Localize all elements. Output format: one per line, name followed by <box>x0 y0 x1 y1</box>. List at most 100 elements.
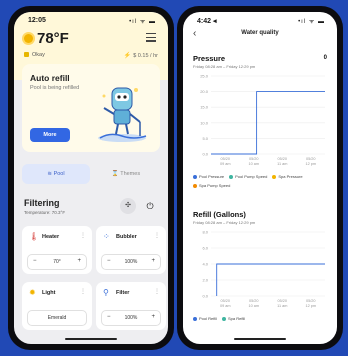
auto-refill-title: Auto refill <box>30 73 70 83</box>
filtering-title: Filtering <box>24 198 60 208</box>
legend-swatch <box>193 174 197 179</box>
increment-button[interactable]: + <box>151 258 155 264</box>
water-quality-screen: 4:42 ◂ •ıl ᯤ ▬ ‹ Water quality Pressure … <box>183 12 337 344</box>
y-tick-label: 4.0 <box>202 262 208 267</box>
pressure-range: Friday 08:28 am – Friday 12:29 pm <box>193 64 256 69</box>
filter-label: Filter <box>116 290 130 296</box>
pressure-legend: Pool Pressure Pool Pump Speed Spa Pressure… <box>193 172 331 190</box>
robot-refill-illustration <box>98 87 147 142</box>
kebab-icon[interactable]: ⋮ <box>80 288 86 295</box>
y-tick-label: 5.0 <box>202 136 208 141</box>
tab-pool-label: Pool <box>53 171 65 177</box>
increment-button[interactable]: + <box>77 258 81 264</box>
legend-swatch <box>193 183 197 188</box>
bubbles-icon: ⁘ <box>103 232 110 241</box>
bubbler-label: Bubbler <box>116 234 137 240</box>
page-title: Water quality <box>241 30 279 36</box>
phone-pool-control: 12:05 •ıl ᯤ ▬ 78°F Okay ⚡ $ 0.15 / hr Aut… <box>8 6 174 350</box>
light-selector[interactable]: Emerald <box>27 310 87 326</box>
y-tick-label: 6.0 <box>202 246 208 251</box>
y-tick-label: 2.0 <box>202 278 208 283</box>
refill-range: Friday 08:28 am – Friday 12:29 pm <box>193 220 256 225</box>
pool-control-screen: 12:05 •ıl ᯤ ▬ 78°F Okay ⚡ $ 0.15 / hr Aut… <box>14 12 168 344</box>
filter-icon: ⚲ <box>103 288 109 297</box>
kebab-icon[interactable]: ⋮ <box>154 288 160 295</box>
legend-label: Pool Pressure <box>199 174 225 179</box>
home-indicator[interactable] <box>65 337 117 340</box>
current-temperature: 78°F <box>37 30 69 47</box>
status-bar: 4:42 ◂ •ıl ᯤ ▬ <box>183 12 337 28</box>
legend-label: Spa Refill <box>228 316 246 321</box>
x-tick-label: 05/20 <box>249 299 259 303</box>
x-tick-label: 12 pm <box>305 304 316 308</box>
pressure-count: 0 <box>323 55 327 61</box>
status-time: 12:05 <box>28 17 46 24</box>
x-tick-label: 09 am <box>220 304 231 308</box>
legend-label: Pool Pump Speed <box>235 174 268 179</box>
refill-legend: Pool Refill Spa Refill <box>193 314 331 323</box>
filter-card: ⚲ Filter ⋮ − 100% + <box>96 282 166 330</box>
y-tick-label: 15.0 <box>200 105 209 110</box>
y-tick-label: 25.0 <box>200 74 209 79</box>
more-button[interactable]: More <box>30 128 70 142</box>
status-time: 4:42 ◂ <box>197 18 217 25</box>
status-row: Okay ⚡ $ 0.15 / hr <box>24 52 158 59</box>
tab-themes-label: Themes <box>120 171 141 177</box>
y-tick-label: 0.0 <box>202 152 208 157</box>
status-icons: •ıl ᯤ ▬ <box>129 19 156 25</box>
legend-item: Pool Pressure <box>193 174 224 179</box>
x-tick-label: 05/20 <box>249 157 259 161</box>
x-tick-label: 05/20 <box>277 299 287 303</box>
x-tick-label: 12 pm <box>305 162 316 166</box>
x-tick-label: 05/20 <box>220 299 230 303</box>
auto-refill-text: Pool is being refilled <box>30 85 80 91</box>
y-tick-label: 8.0 <box>202 230 208 235</box>
themes-tab-icon: ⌛ <box>111 171 121 177</box>
bubbler-stepper: − 100% + <box>101 254 161 270</box>
increment-button[interactable]: + <box>151 314 155 320</box>
kebab-icon[interactable]: ⋮ <box>80 232 86 239</box>
light-icon: ✹ <box>29 288 36 297</box>
x-tick-label: 05/20 <box>306 157 316 161</box>
home-indicator[interactable] <box>234 337 286 340</box>
legend-item: Spa Refill <box>222 316 245 321</box>
light-value: Emerald <box>47 315 67 321</box>
light-label: Light <box>42 290 56 296</box>
heater-card: 🌡 Heater ⋮ − 70° + <box>22 226 92 274</box>
status-text: Okay <box>32 52 45 58</box>
kebab-icon[interactable]: ⋮ <box>154 232 160 239</box>
legend-label: Pool Refill <box>199 316 218 321</box>
nav-bar: ‹ Water quality <box>183 28 337 44</box>
hamburger-menu-icon[interactable] <box>146 33 156 44</box>
pressure-title: Pressure <box>193 54 226 63</box>
status-indicator-icon <box>24 52 29 58</box>
y-tick-label: 10.0 <box>200 120 209 125</box>
bubbler-card: ⁘ Bubbler ⋮ − 100% + <box>96 226 166 274</box>
x-tick-label: 05/20 <box>277 157 287 161</box>
legend-swatch <box>222 316 227 321</box>
bolt-icon: ⚡ <box>123 53 132 59</box>
power-icon[interactable]: ⏻ <box>142 198 158 214</box>
thermometer-icon: 🌡 <box>29 232 40 241</box>
refill-title: Refill (Gallons) <box>193 210 246 219</box>
phone-water-quality: 4:42 ◂ •ıl ᯤ ▬ ‹ Water quality Pressure … <box>177 6 343 350</box>
tab-themes[interactable]: ⌛ Themes <box>92 164 160 184</box>
price-text: $ 0.15 / hr <box>133 53 158 59</box>
x-tick-label: 10 am <box>248 304 259 308</box>
legend-item: Spa Pump Speed <box>193 183 230 188</box>
x-tick-label: 10 am <box>248 162 259 166</box>
y-tick-label: 0.0 <box>202 294 208 299</box>
legend-item: Pool Refill <box>193 316 217 321</box>
legend-label: Spa Pump Speed <box>199 183 231 188</box>
legend-swatch <box>193 316 197 321</box>
refill-chart: 8.06.04.02.00.005/2009 am05/2010 am05/20… <box>202 230 325 308</box>
x-tick-label: 11 am <box>277 162 287 166</box>
tab-pool[interactable]: ≋ Pool <box>22 164 90 184</box>
legend-label: Spa Pressure <box>278 174 303 179</box>
x-tick-label: 05/20 <box>306 299 316 303</box>
marketing-background: 12:05 •ıl ᯤ ▬ 78°F Okay ⚡ $ 0.15 / hr Aut… <box>0 0 348 356</box>
legend-swatch <box>229 174 234 179</box>
filter-stepper: − 100% + <box>101 310 161 326</box>
legend-swatch <box>272 174 277 179</box>
fan-icon[interactable]: ✣ <box>120 198 136 214</box>
